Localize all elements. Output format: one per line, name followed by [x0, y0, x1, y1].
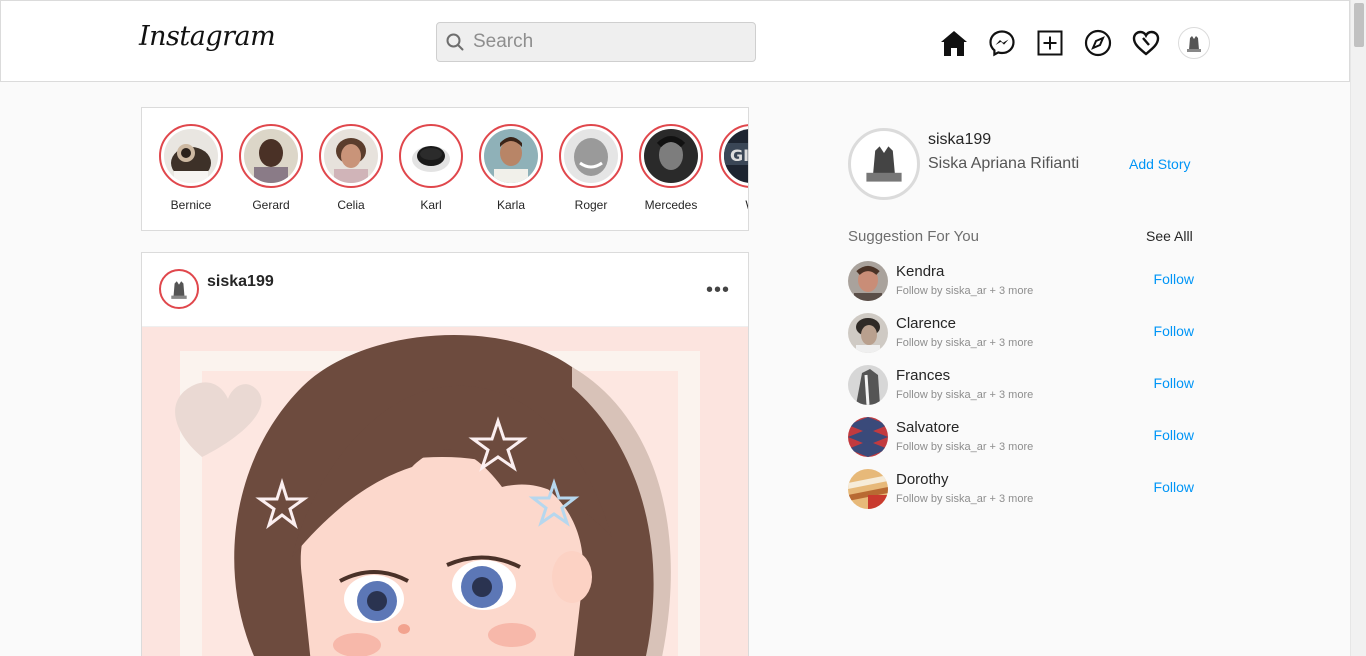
story-avatar-ring [319, 124, 383, 188]
search-input[interactable] [473, 31, 733, 53]
story-item[interactable]: Gerard [231, 124, 311, 212]
profile-button[interactable] [1177, 27, 1211, 59]
home-button[interactable] [937, 27, 971, 59]
suggestions-heading: Suggestion For You [848, 228, 979, 245]
new-post-button[interactable] [1033, 27, 1067, 59]
avatar[interactable] [848, 313, 888, 353]
page-scrollbar[interactable] [1350, 0, 1366, 656]
profile-username[interactable]: siska199 [928, 131, 991, 149]
explore-button[interactable] [1081, 27, 1115, 59]
follow-button[interactable]: Follow [1154, 271, 1194, 287]
avatar[interactable] [848, 469, 888, 509]
new-post-icon [1037, 30, 1063, 56]
story-item[interactable]: Celia [311, 124, 391, 212]
story-avatar [644, 129, 698, 183]
story-avatar: GIZ [724, 129, 749, 183]
story-avatar-ring [159, 124, 223, 188]
scrollbar-thumb[interactable] [1354, 3, 1364, 47]
avatar[interactable] [848, 261, 888, 301]
suggestion-subtext: Follow by siska_ar + 3 more [896, 337, 1034, 349]
story-avatar-ring [479, 124, 543, 188]
story-avatar [564, 129, 618, 183]
nav-icons [937, 27, 1211, 59]
post-username[interactable]: siska199 [207, 273, 274, 291]
story-item[interactable]: Bernice [151, 124, 231, 212]
story-name: W [745, 198, 748, 212]
story-avatar [484, 129, 538, 183]
story-avatar [244, 129, 298, 183]
profile-logo-icon [866, 146, 902, 182]
story-avatar [164, 129, 218, 183]
instagram-logo[interactable]: Instagram [139, 21, 276, 52]
search-box[interactable] [436, 22, 756, 62]
suggestion-name[interactable]: Salvatore [896, 419, 959, 436]
story-name: Mercedes [644, 198, 698, 212]
story-name: Roger [574, 198, 608, 212]
story-name: Celia [337, 198, 365, 212]
suggestion-name[interactable]: Dorothy [896, 471, 949, 488]
profile-avatar[interactable] [848, 128, 920, 200]
search-icon [446, 33, 464, 51]
profile-logo-icon [1187, 36, 1201, 52]
story-item[interactable]: GIZ W [711, 124, 749, 212]
avatar[interactable] [159, 269, 199, 309]
messenger-button[interactable] [985, 27, 1019, 59]
suggestion-item: Kendra Follow by siska_ar + 3 more Follo… [848, 261, 1194, 301]
story-item[interactable]: Karl [391, 124, 471, 212]
story-avatar-ring [639, 124, 703, 188]
avatar[interactable] [848, 365, 888, 405]
story-avatar [324, 129, 378, 183]
follow-button[interactable]: Follow [1154, 323, 1194, 339]
stories-tray: Bernice Gerard Celia Karl Karla Roger Me… [141, 107, 749, 231]
story-name: Karl [420, 198, 442, 212]
activity-button[interactable] [1129, 27, 1163, 59]
add-story-link[interactable]: Add Story [1129, 156, 1190, 172]
suggestion-name[interactable]: Clarence [896, 315, 956, 332]
story-avatar-ring [239, 124, 303, 188]
see-all-link[interactable]: See Alll [1146, 228, 1193, 244]
follow-button[interactable]: Follow [1154, 479, 1194, 495]
story-item[interactable]: Mercedes [631, 124, 711, 212]
story-item[interactable]: Roger [551, 124, 631, 212]
feed-post: siska199 ••• [141, 252, 749, 656]
home-icon [941, 31, 967, 56]
messenger-icon [989, 30, 1015, 57]
suggestion-subtext: Follow by siska_ar + 3 more [896, 441, 1034, 453]
profile-logo-icon [171, 281, 187, 299]
suggestion-subtext: Follow by siska_ar + 3 more [896, 285, 1034, 297]
avatar [1178, 27, 1210, 59]
suggestion-item: Dorothy Follow by siska_ar + 3 more Foll… [848, 469, 1194, 509]
story-avatar [404, 129, 458, 183]
more-options-icon[interactable]: ••• [706, 279, 730, 302]
profile-full-name: Siska Apriana Rifianti [928, 155, 1080, 172]
suggestion-item: Frances Follow by siska_ar + 3 more Foll… [848, 365, 1194, 405]
avatar[interactable] [848, 417, 888, 457]
suggestion-name[interactable]: Frances [896, 367, 950, 384]
story-name: Gerard [252, 198, 290, 212]
follow-button[interactable]: Follow [1154, 375, 1194, 391]
suggestion-subtext: Follow by siska_ar + 3 more [896, 493, 1034, 505]
post-header: siska199 ••• [142, 253, 748, 327]
explore-icon [1084, 29, 1112, 57]
story-name: Karla [496, 198, 525, 212]
story-avatar-ring [559, 124, 623, 188]
story-item[interactable]: Karla [471, 124, 551, 212]
post-image[interactable] [142, 327, 748, 656]
activity-heart-icon [1132, 30, 1160, 56]
story-avatar-ring: GIZ [719, 124, 749, 188]
suggestion-item: Salvatore Follow by siska_ar + 3 more Fo… [848, 417, 1194, 457]
suggestion-subtext: Follow by siska_ar + 3 more [896, 389, 1034, 401]
story-name: Bernice [170, 198, 212, 212]
svg-text:GIZ: GIZ [730, 146, 749, 165]
suggestion-item: Clarence Follow by siska_ar + 3 more Fol… [848, 313, 1194, 353]
follow-button[interactable]: Follow [1154, 427, 1194, 443]
suggestion-name[interactable]: Kendra [896, 263, 944, 280]
top-navigation-bar: Instagram [0, 0, 1350, 82]
story-avatar-ring [399, 124, 463, 188]
